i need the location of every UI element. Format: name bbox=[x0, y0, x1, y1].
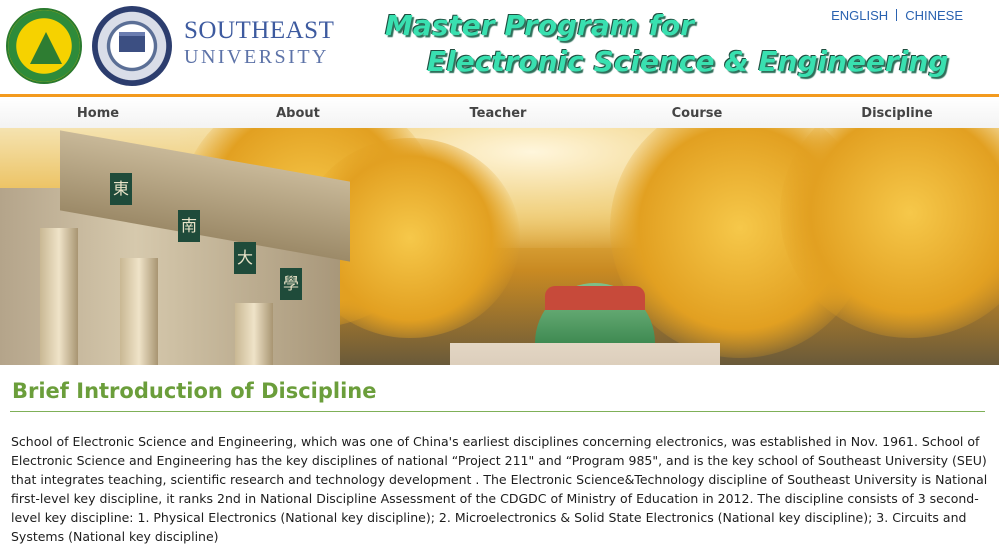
gate-character: 學 bbox=[280, 268, 302, 300]
nav-item-about[interactable]: About bbox=[218, 106, 378, 121]
english-link[interactable]: ENGLISH bbox=[831, 8, 888, 23]
seal-emblem bbox=[30, 32, 62, 64]
gate-character: 大 bbox=[234, 242, 256, 274]
nav-item-discipline[interactable]: Discipline bbox=[817, 106, 977, 121]
nav-item-teacher[interactable]: Teacher bbox=[418, 106, 578, 121]
university-name-line2: UNIVERSITY bbox=[184, 46, 329, 68]
seal-building-emblem bbox=[119, 32, 145, 52]
university-seal-icon[interactable] bbox=[6, 8, 82, 84]
dome-drum bbox=[545, 286, 645, 310]
nav-item-course[interactable]: Course bbox=[617, 106, 777, 121]
section-title: Brief Introduction of Discipline bbox=[12, 379, 377, 403]
intro-paragraph: School of Electronic Science and Enginee… bbox=[11, 434, 988, 544]
language-divider bbox=[896, 9, 898, 21]
nav-item-home[interactable]: Home bbox=[18, 106, 178, 121]
site-header: SOUTHEAST UNIVERSITY Master Program for … bbox=[0, 0, 999, 94]
gate-character: 南 bbox=[178, 210, 200, 242]
gate-pillar bbox=[235, 303, 273, 365]
campus-banner-image: 東 南 大 學 bbox=[0, 128, 999, 365]
gate-character: 東 bbox=[110, 173, 132, 205]
language-switcher: ENGLISH CHINESE bbox=[831, 8, 963, 23]
main-content: Brief Introduction of Discipline School … bbox=[0, 365, 999, 554]
gate-pillar bbox=[40, 228, 78, 365]
university-name-line1: SOUTHEAST bbox=[184, 17, 335, 44]
gate-pillar bbox=[120, 258, 158, 365]
auditorium-building bbox=[450, 343, 720, 365]
institute-seal-icon[interactable] bbox=[92, 6, 172, 86]
chinese-link[interactable]: CHINESE bbox=[905, 8, 963, 23]
title-divider bbox=[10, 411, 985, 412]
program-title-line2: Electronic Science & Engineering bbox=[427, 45, 949, 78]
main-nav: Home About Teacher Course Discipline bbox=[0, 94, 999, 128]
university-name: SOUTHEAST UNIVERSITY bbox=[184, 17, 334, 69]
